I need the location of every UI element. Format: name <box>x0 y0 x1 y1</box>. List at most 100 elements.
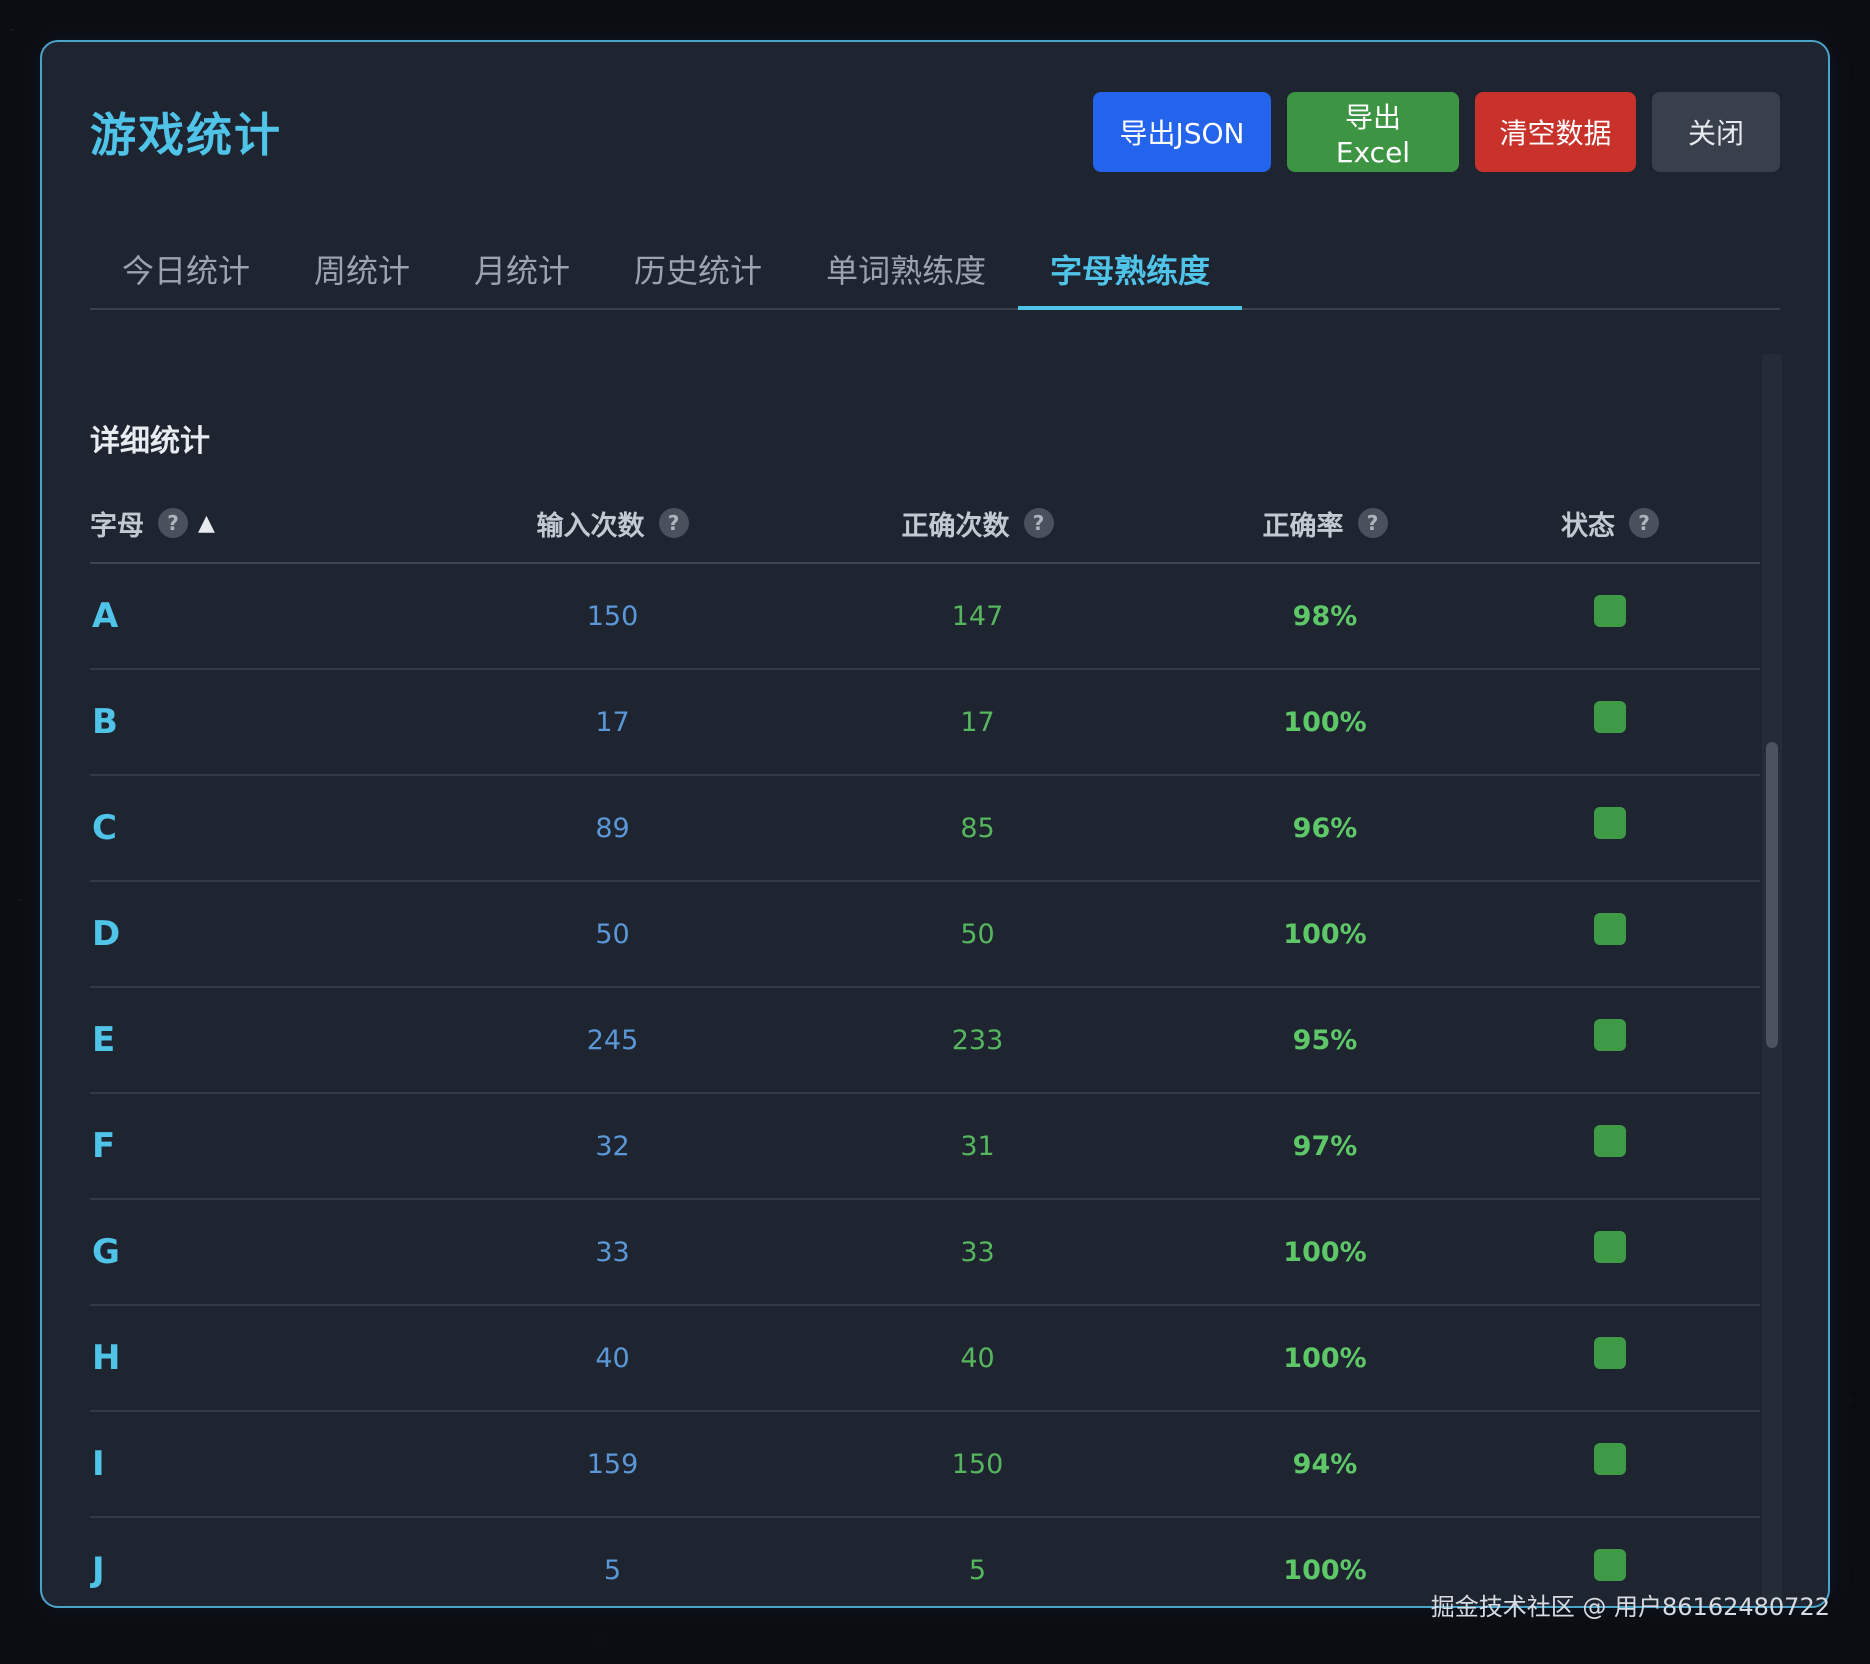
cell-input-count: 5 <box>603 1554 622 1586</box>
header-status[interactable]: 状态 ? <box>1490 504 1730 543</box>
stats-tabs: 今日统计 周统计 月统计 历史统计 单词熟练度 字母熟练度 <box>90 232 1780 310</box>
cell-input-count: 159 <box>586 1448 639 1480</box>
watermark: 掘金技术社区 @ 用户86162480722 <box>1430 1593 1830 1621</box>
export-excel-button[interactable]: 导出Excel <box>1287 92 1459 172</box>
header-letter[interactable]: 字母 ? ▲ <box>90 504 430 543</box>
table-header: 字母 ? ▲ 输入次数 ? 正确次数 ? 正确率 ? 状态 ? <box>90 484 1760 564</box>
status-indicator <box>1594 1125 1626 1157</box>
cell-accuracy: 100% <box>1283 918 1367 950</box>
help-icon[interactable]: ? <box>658 508 689 538</box>
table-row: H 40 40 100% <box>90 1306 1760 1412</box>
cell-accuracy: 100% <box>1283 706 1367 738</box>
status-indicator <box>1594 1019 1626 1051</box>
tab-monthly[interactable]: 月统计 <box>442 232 602 306</box>
status-indicator <box>1594 1231 1626 1263</box>
cell-accuracy: 96% <box>1292 812 1358 844</box>
cell-correct-count: 150 <box>951 1448 1004 1480</box>
cell-input-count: 40 <box>595 1342 630 1374</box>
header-correct-count[interactable]: 正确次数 ? <box>795 504 1160 543</box>
cell-input-count: 150 <box>586 600 639 632</box>
header-correct-count-label: 正确次数 <box>901 510 1010 542</box>
cell-letter: C <box>92 808 117 848</box>
tab-letter-proficiency[interactable]: 字母熟练度 <box>1018 232 1243 310</box>
header-actions: 导出JSON 导出Excel 清空数据 关闭 <box>1093 92 1780 172</box>
cell-letter: A <box>92 596 119 636</box>
cell-letter: G <box>92 1232 120 1272</box>
header-accuracy-label: 正确率 <box>1262 510 1344 542</box>
cell-letter: E <box>92 1020 116 1060</box>
export-json-button[interactable]: 导出JSON <box>1093 92 1271 172</box>
cell-letter: I <box>92 1444 105 1484</box>
status-indicator <box>1594 1443 1626 1475</box>
section-title: 详细统计 <box>90 424 210 459</box>
modal-title: 游戏统计 <box>90 108 282 162</box>
cell-status <box>1490 564 1730 668</box>
cell-status <box>1490 988 1730 1092</box>
cell-accuracy: 100% <box>1283 1342 1367 1374</box>
cell-status <box>1490 1094 1730 1198</box>
table-row: B 17 17 100% <box>90 670 1760 776</box>
clear-data-button[interactable]: 清空数据 <box>1475 92 1636 172</box>
cell-status <box>1490 670 1730 774</box>
cell-letter: H <box>92 1338 121 1378</box>
cell-status <box>1490 776 1730 880</box>
tab-today[interactable]: 今日统计 <box>90 232 282 306</box>
help-icon[interactable]: ? <box>1023 508 1054 538</box>
close-button[interactable]: 关闭 <box>1652 92 1780 172</box>
header-input-count[interactable]: 输入次数 ? <box>430 504 795 543</box>
cell-letter: J <box>92 1550 105 1590</box>
table-row: A 150 147 98% <box>90 564 1760 670</box>
cell-correct-count: 17 <box>960 706 995 738</box>
cell-correct-count: 233 <box>951 1024 1004 1056</box>
cell-correct-count: 50 <box>960 918 995 950</box>
help-icon[interactable]: ? <box>1629 508 1659 538</box>
status-indicator <box>1594 1337 1626 1369</box>
help-icon[interactable]: ? <box>1357 508 1388 538</box>
header-accuracy[interactable]: 正确率 ? <box>1160 504 1490 543</box>
content-scrollbar[interactable] <box>1762 354 1782 1602</box>
cell-accuracy: 94% <box>1292 1448 1358 1480</box>
cell-status <box>1490 882 1730 986</box>
header-letter-label: 字母 <box>90 510 144 542</box>
stats-content: 详细统计 字母 ? ▲ 输入次数 ? 正确次数 ? 正确率 ? 状态 ? A 1… <box>90 354 1760 1602</box>
cell-correct-count: 33 <box>960 1236 995 1268</box>
cell-correct-count: 40 <box>960 1342 995 1374</box>
tab-history[interactable]: 历史统计 <box>602 232 794 306</box>
cell-input-count: 33 <box>595 1236 630 1268</box>
header-input-count-label: 输入次数 <box>536 510 645 542</box>
cell-letter: F <box>92 1126 116 1166</box>
cell-status <box>1490 1306 1730 1410</box>
cell-input-count: 50 <box>595 918 630 950</box>
stats-modal: 游戏统计 导出JSON 导出Excel 清空数据 关闭 今日统计 周统计 月统计… <box>40 40 1830 1608</box>
cell-correct-count: 31 <box>960 1130 995 1162</box>
cell-status <box>1490 1412 1730 1516</box>
table-row: C 89 85 96% <box>90 776 1760 882</box>
status-indicator <box>1594 595 1626 627</box>
cell-letter: B <box>92 702 118 742</box>
table-row: D 50 50 100% <box>90 882 1760 988</box>
scrollbar-thumb[interactable] <box>1766 742 1778 1048</box>
cell-input-count: 17 <box>595 706 630 738</box>
modal-header: 游戏统计 导出JSON 导出Excel 清空数据 关闭 <box>90 92 1780 172</box>
tab-weekly[interactable]: 周统计 <box>282 232 442 306</box>
cell-input-count: 245 <box>586 1024 639 1056</box>
cell-input-count: 89 <box>595 812 630 844</box>
tab-word-proficiency[interactable]: 单词熟练度 <box>794 232 1018 306</box>
status-indicator <box>1594 1549 1626 1581</box>
cell-status <box>1490 1200 1730 1304</box>
cell-correct-count: 85 <box>960 812 995 844</box>
header-status-label: 状态 <box>1561 510 1615 542</box>
cell-accuracy: 100% <box>1283 1236 1367 1268</box>
sort-ascending-icon[interactable]: ▲ <box>198 511 215 536</box>
status-indicator <box>1594 913 1626 945</box>
cell-accuracy: 98% <box>1292 600 1358 632</box>
cell-correct-count: 147 <box>951 600 1004 632</box>
cell-input-count: 32 <box>595 1130 630 1162</box>
cell-correct-count: 5 <box>968 1554 987 1586</box>
help-icon[interactable]: ? <box>158 508 188 538</box>
table-row: G 33 33 100% <box>90 1200 1760 1306</box>
cell-letter: D <box>92 914 121 954</box>
cell-accuracy: 97% <box>1292 1130 1358 1162</box>
table-body: A 150 147 98% B 17 17 100% C 89 85 96% D… <box>90 564 1760 1602</box>
status-indicator <box>1594 807 1626 839</box>
